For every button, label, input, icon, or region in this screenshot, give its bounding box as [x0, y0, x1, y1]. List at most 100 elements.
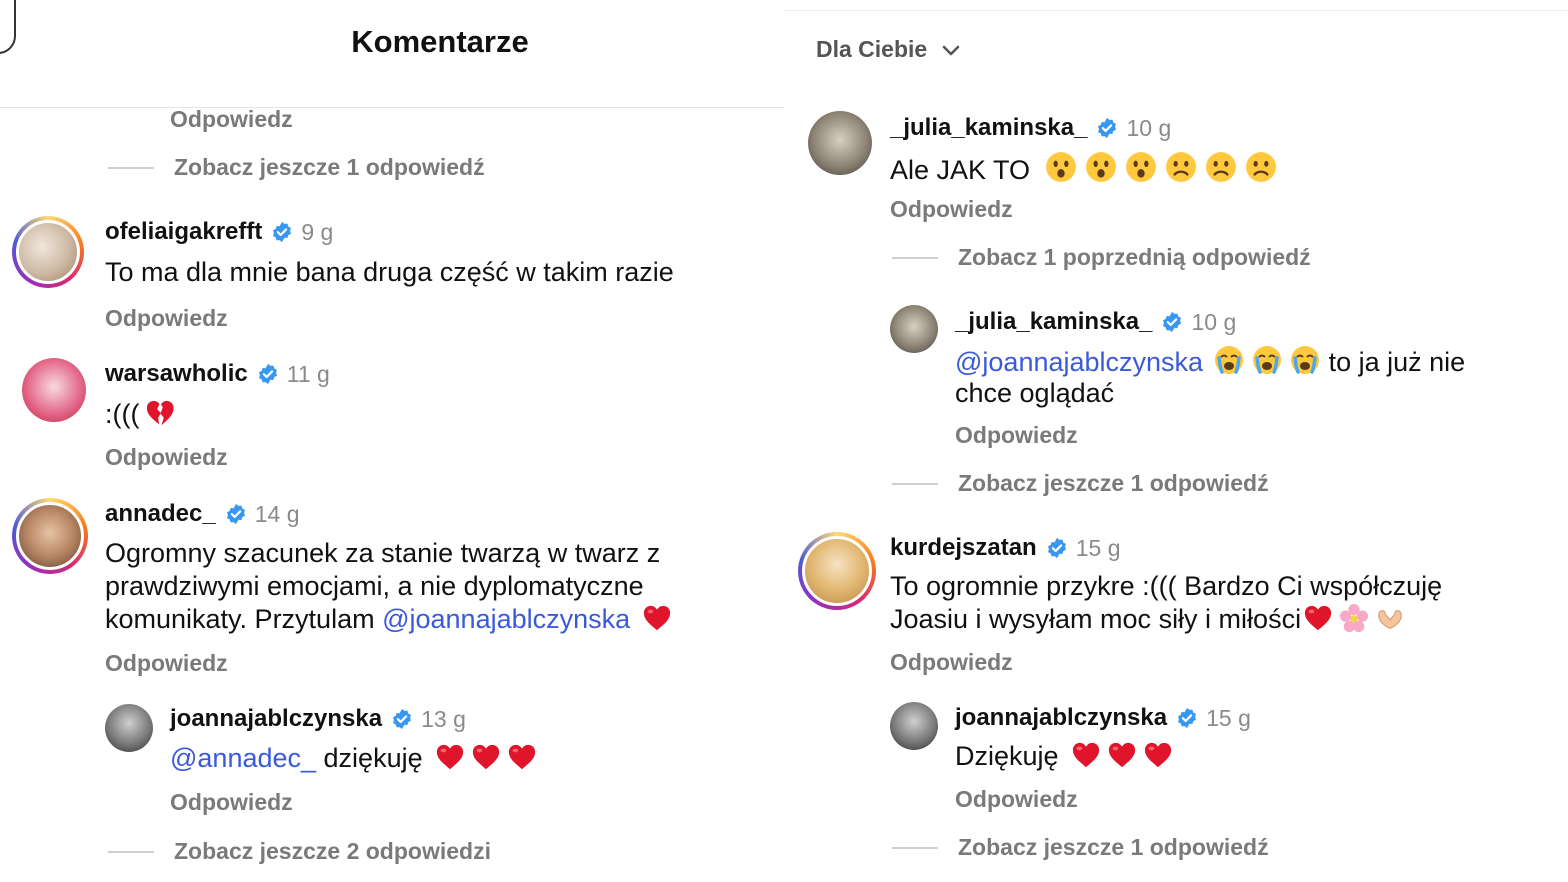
view-more-replies-button[interactable]: Zobacz jeszcze 1 odpowiedź — [892, 834, 1269, 861]
comment-text: @joannajablczynska to ja już nie — [955, 344, 1465, 379]
view-previous-replies-button[interactable]: Zobacz 1 poprzednią odpowiedź — [892, 244, 1311, 271]
avatar[interactable] — [105, 704, 153, 752]
heart-icon — [507, 742, 537, 772]
comment-text-content: komunikaty. Przytulam — [105, 604, 383, 634]
comment-text-content: Joasiu i wysyłam moc siły i miłości — [890, 604, 1302, 634]
timestamp: 13 g — [421, 705, 466, 732]
comment-text-content: to ja już nie — [1328, 347, 1466, 377]
timestamp: 15 g — [1206, 704, 1251, 731]
comment-text: chce oglądać — [955, 378, 1115, 408]
reply-button[interactable]: Odpowiedz — [105, 650, 228, 677]
timestamp: 10 g — [1126, 114, 1172, 141]
page-title: Komentarze — [351, 24, 529, 59]
view-more-label: Zobacz 1 poprzednią odpowiedź — [958, 244, 1311, 270]
comment-text: Ale JAK TO — [890, 150, 1278, 187]
comment-text: Joasiu i wysyłam moc siły i miłości — [890, 603, 1405, 636]
username[interactable]: joannajablczynska — [955, 704, 1167, 732]
comment-header: joannajablczynska 15 g — [955, 704, 1251, 732]
chevron-down-icon — [939, 38, 963, 62]
reply-button[interactable]: Odpowiedz — [955, 786, 1078, 813]
reply-button[interactable]: Odpowiedz — [170, 789, 293, 816]
comments-panel-right: Dla Ciebie _julia_kaminska_ 10 g Ale JAK… — [784, 0, 1568, 882]
sort-label: Dla Ciebie — [816, 36, 928, 62]
comment-header: warsawholic 11 g — [105, 360, 330, 388]
reply-button[interactable]: Odpowiedz — [105, 305, 228, 332]
view-more-replies-button[interactable]: Zobacz jeszcze 1 odpowiedź — [108, 154, 485, 181]
mention-link[interactable]: @joannajablczynska — [382, 604, 630, 634]
username[interactable]: _julia_kaminska_ — [955, 308, 1152, 336]
comment-text: :((( — [105, 398, 175, 431]
crying-face-icon — [1289, 344, 1321, 376]
timestamp: 9 g — [301, 218, 334, 245]
view-more-label: Zobacz jeszcze 2 odpowiedzi — [174, 838, 491, 864]
crying-face-icon — [1213, 344, 1245, 376]
heart-icon — [642, 603, 672, 633]
reply-button[interactable]: Odpowiedz — [955, 422, 1078, 449]
comment-text: To ma dla mnie bana druga część w takim … — [105, 257, 674, 287]
username[interactable]: kurdejszatan — [890, 534, 1037, 562]
broken-heart-icon — [145, 398, 175, 428]
avatar[interactable] — [808, 111, 872, 175]
comment-header: _julia_kaminska_ 10 g — [890, 114, 1171, 142]
timestamp: 10 g — [1191, 308, 1237, 335]
username[interactable]: warsawholic — [105, 360, 248, 388]
verified-badge-icon — [257, 363, 279, 385]
sort-dropdown[interactable]: Dla Ciebie — [816, 36, 963, 63]
comment-text-content: Dziękuję — [955, 741, 1059, 771]
thread-line — [892, 846, 938, 849]
view-more-replies-button[interactable]: Zobacz jeszcze 1 odpowiedź — [892, 470, 1269, 497]
verified-badge-icon — [1096, 117, 1118, 139]
timestamp: 15 g — [1075, 534, 1121, 561]
mention-link[interactable]: @joannajablczynska — [955, 347, 1203, 377]
username[interactable]: annadec_ — [105, 500, 216, 528]
heart-icon — [1107, 740, 1137, 770]
thread-line — [108, 850, 154, 853]
thread-line — [892, 256, 938, 259]
heart-hands-icon — [1375, 603, 1405, 633]
username[interactable]: joannajablczynska — [170, 705, 382, 733]
verified-badge-icon — [1161, 311, 1183, 333]
view-more-label: Zobacz jeszcze 1 odpowiedź — [174, 154, 485, 180]
verified-badge-icon — [271, 221, 293, 243]
avatar[interactable] — [12, 498, 88, 574]
verified-badge-icon — [391, 708, 413, 730]
username[interactable]: ofeliaigakrefft — [105, 218, 262, 246]
comment-text-content: :((( — [105, 399, 140, 429]
reply-button[interactable]: Odpowiedz — [170, 106, 293, 133]
heart-icon — [1071, 740, 1101, 770]
surprised-face-icon — [1044, 150, 1078, 184]
comment-text-content: Ale JAK TO — [890, 155, 1031, 185]
comment-text-content: dziękuję — [316, 743, 423, 773]
verified-badge-icon — [1176, 707, 1198, 729]
verified-badge-icon — [1046, 537, 1068, 559]
view-more-replies-button[interactable]: Zobacz jeszcze 2 odpowiedzi — [108, 838, 491, 865]
avatar[interactable] — [798, 532, 876, 610]
avatar[interactable] — [890, 305, 938, 353]
header-divider — [784, 10, 1568, 11]
reply-button[interactable]: Odpowiedz — [890, 196, 1013, 223]
comment-text: @annadec_ dziękuję — [170, 742, 537, 775]
frowning-face-icon — [1164, 150, 1198, 184]
frowning-face-icon — [1244, 150, 1278, 184]
avatar[interactable] — [890, 702, 938, 750]
timestamp: 11 g — [286, 360, 330, 387]
heart-icon — [471, 742, 501, 772]
blossom-icon — [1339, 603, 1369, 633]
username[interactable]: _julia_kaminska_ — [890, 114, 1087, 142]
comments-panel-left: Komentarze Odpowiedz Zobacz jeszcze 1 od… — [0, 0, 784, 882]
comment-text: prawdziwymi emocjami, a nie dyplomatyczn… — [105, 571, 644, 601]
comment-text: komunikaty. Przytulam @joannajablczynska — [105, 603, 672, 636]
comment-header: _julia_kaminska_ 10 g — [955, 308, 1236, 336]
thread-line — [108, 166, 154, 169]
heart-icon — [435, 742, 465, 772]
comment-text: Ogromny szacunek za stanie twarzą w twar… — [105, 538, 661, 568]
crying-face-icon — [1251, 344, 1283, 376]
reply-button[interactable]: Odpowiedz — [890, 649, 1013, 676]
avatar[interactable] — [22, 358, 86, 422]
heart-icon — [1303, 603, 1333, 633]
mention-link[interactable]: @annadec_ — [170, 743, 316, 773]
view-more-label: Zobacz jeszcze 1 odpowiedź — [958, 834, 1269, 860]
reply-button[interactable]: Odpowiedz — [105, 444, 228, 471]
comment-text: To ogromnie przykre :((( Bardzo Ci współ… — [890, 571, 1443, 601]
avatar[interactable] — [12, 216, 84, 288]
